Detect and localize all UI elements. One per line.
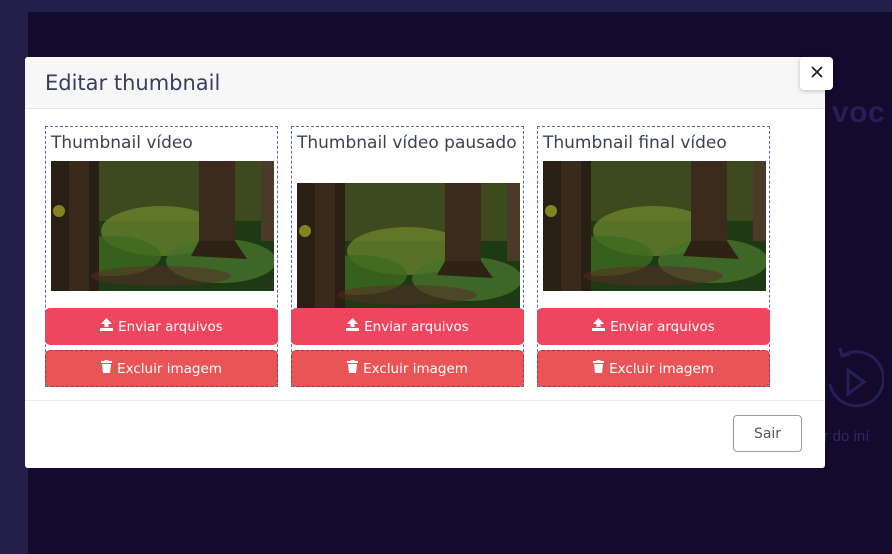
thumbnail-card-paused-video: Thumbnail vídeo pausado Enviar arquivos … [291,126,524,387]
delete-button-label: Excluir imagem [609,360,714,377]
thumbnail-image [51,161,274,291]
background-left-bar [0,0,28,554]
trash-icon [593,360,605,377]
replay-icon [824,346,885,414]
upload-icon [592,318,606,335]
background-heading: voc [832,96,886,129]
thumbnail-card-final-video: Thumbnail final vídeo Enviar arquivos Ex… [537,126,770,387]
card-title: Thumbnail vídeo [51,133,193,153]
close-button[interactable] [800,57,833,90]
upload-icon [100,318,114,335]
trash-icon [347,360,359,377]
modal-header: Editar thumbnail [25,57,825,109]
upload-button[interactable]: Enviar arquivos [537,308,770,345]
delete-button-label: Excluir imagem [117,360,222,377]
background-top-bar [0,0,892,12]
modal-title: Editar thumbnail [45,70,221,95]
trash-icon [101,360,113,377]
upload-button-label: Enviar arquivos [364,318,469,335]
delete-button[interactable]: Excluir imagem [537,350,770,387]
modal-footer-divider [25,400,825,401]
card-title: Thumbnail final vídeo [543,133,727,153]
exit-button[interactable]: Sair [733,415,802,452]
delete-button[interactable]: Excluir imagem [291,350,524,387]
upload-button[interactable]: Enviar arquivos [291,308,524,345]
delete-button-label: Excluir imagem [363,360,468,377]
close-icon [810,65,823,83]
thumbnail-image [543,161,766,291]
card-title: Thumbnail vídeo pausado [297,133,517,153]
upload-button-label: Enviar arquivos [610,318,715,335]
upload-icon [346,318,360,335]
thumbnail-card-video: Thumbnail vídeo Enviar arquivos Excluir … [45,126,278,387]
delete-button[interactable]: Excluir imagem [45,350,278,387]
upload-button-label: Enviar arquivos [118,318,223,335]
thumbnail-image [297,183,520,308]
upload-button[interactable]: Enviar arquivos [45,308,278,345]
